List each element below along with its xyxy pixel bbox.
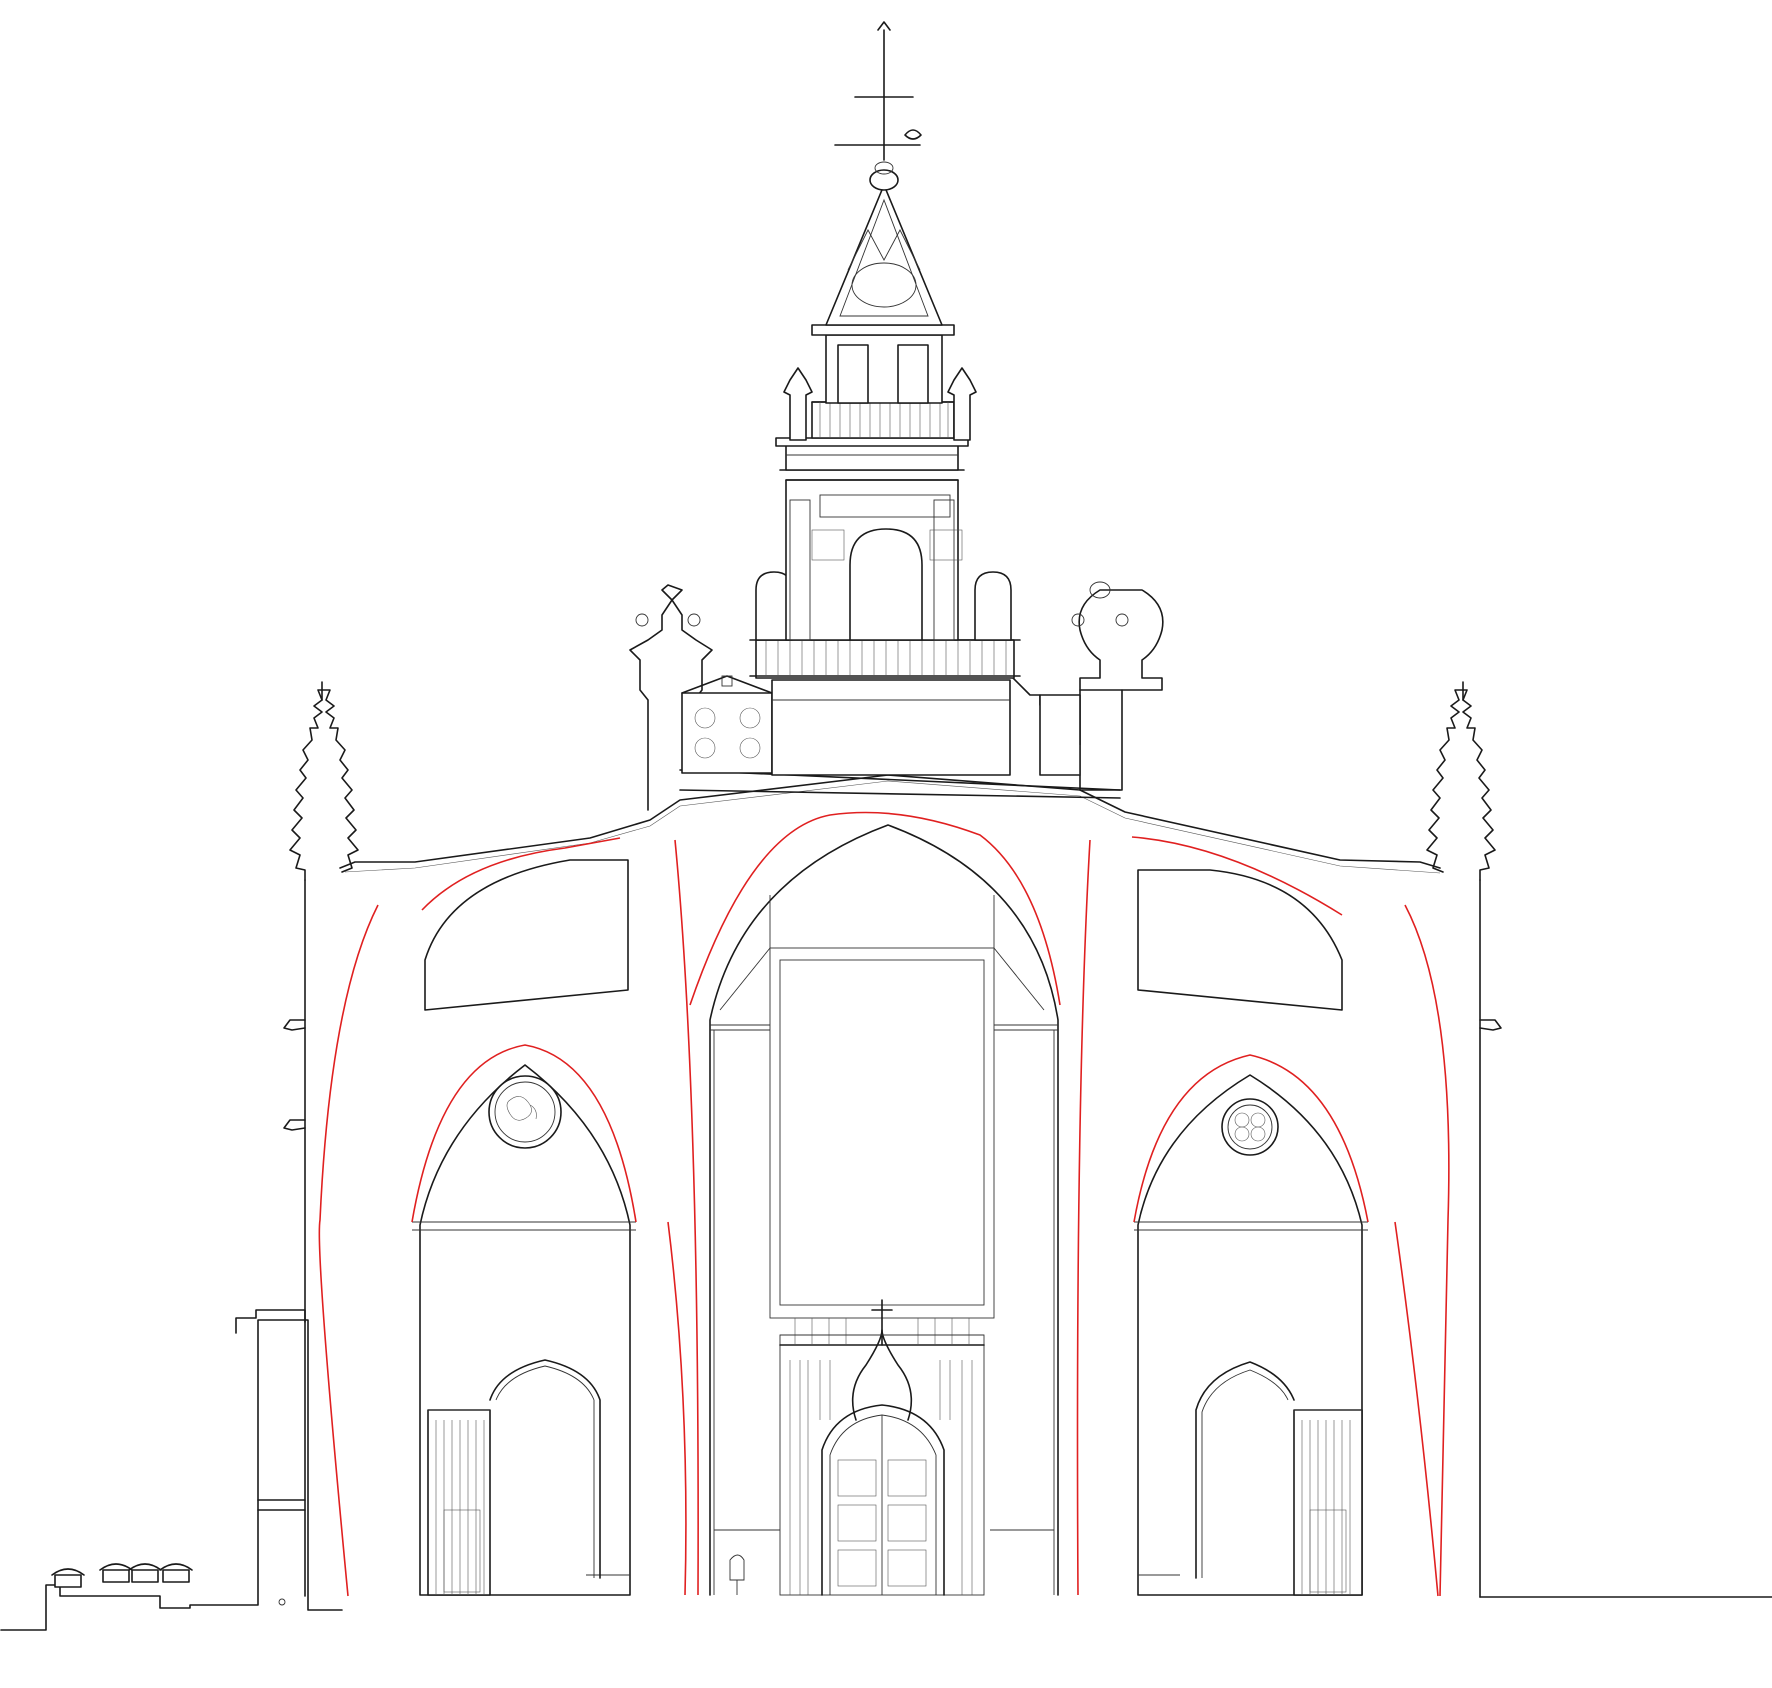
left-roof-aedicule [681, 675, 773, 774]
right-pinnacle [1426, 681, 1496, 881]
tower-lower-stage [749, 639, 1021, 679]
lantern-drum [771, 679, 1011, 776]
left-side-portal[interactable] [427, 1359, 601, 1596]
right-stair-block [1009, 674, 1081, 776]
left-rose-window [488, 1075, 562, 1149]
weathervane-cross [834, 21, 922, 191]
spire [825, 184, 943, 326]
left-buttress-block [235, 1309, 306, 1606]
belfry-openings [811, 324, 955, 404]
left-pinnacle [289, 681, 359, 881]
roof-chimneys [51, 1563, 193, 1588]
right-upper-lunette [1137, 869, 1343, 1011]
right-urn-pillar [1071, 581, 1164, 791]
tower-frieze [775, 437, 969, 471]
right-rose-window [1221, 1098, 1279, 1156]
bell-tower [755, 469, 1012, 641]
right-side-portal[interactable] [1195, 1361, 1363, 1596]
gargoyles [283, 1019, 1502, 1131]
main-portal-door[interactable] [729, 1299, 985, 1596]
ground-line [0, 1319, 1772, 1631]
church-section-drawing [0, 21, 1772, 1631]
central-nave-arch [709, 824, 1059, 1596]
